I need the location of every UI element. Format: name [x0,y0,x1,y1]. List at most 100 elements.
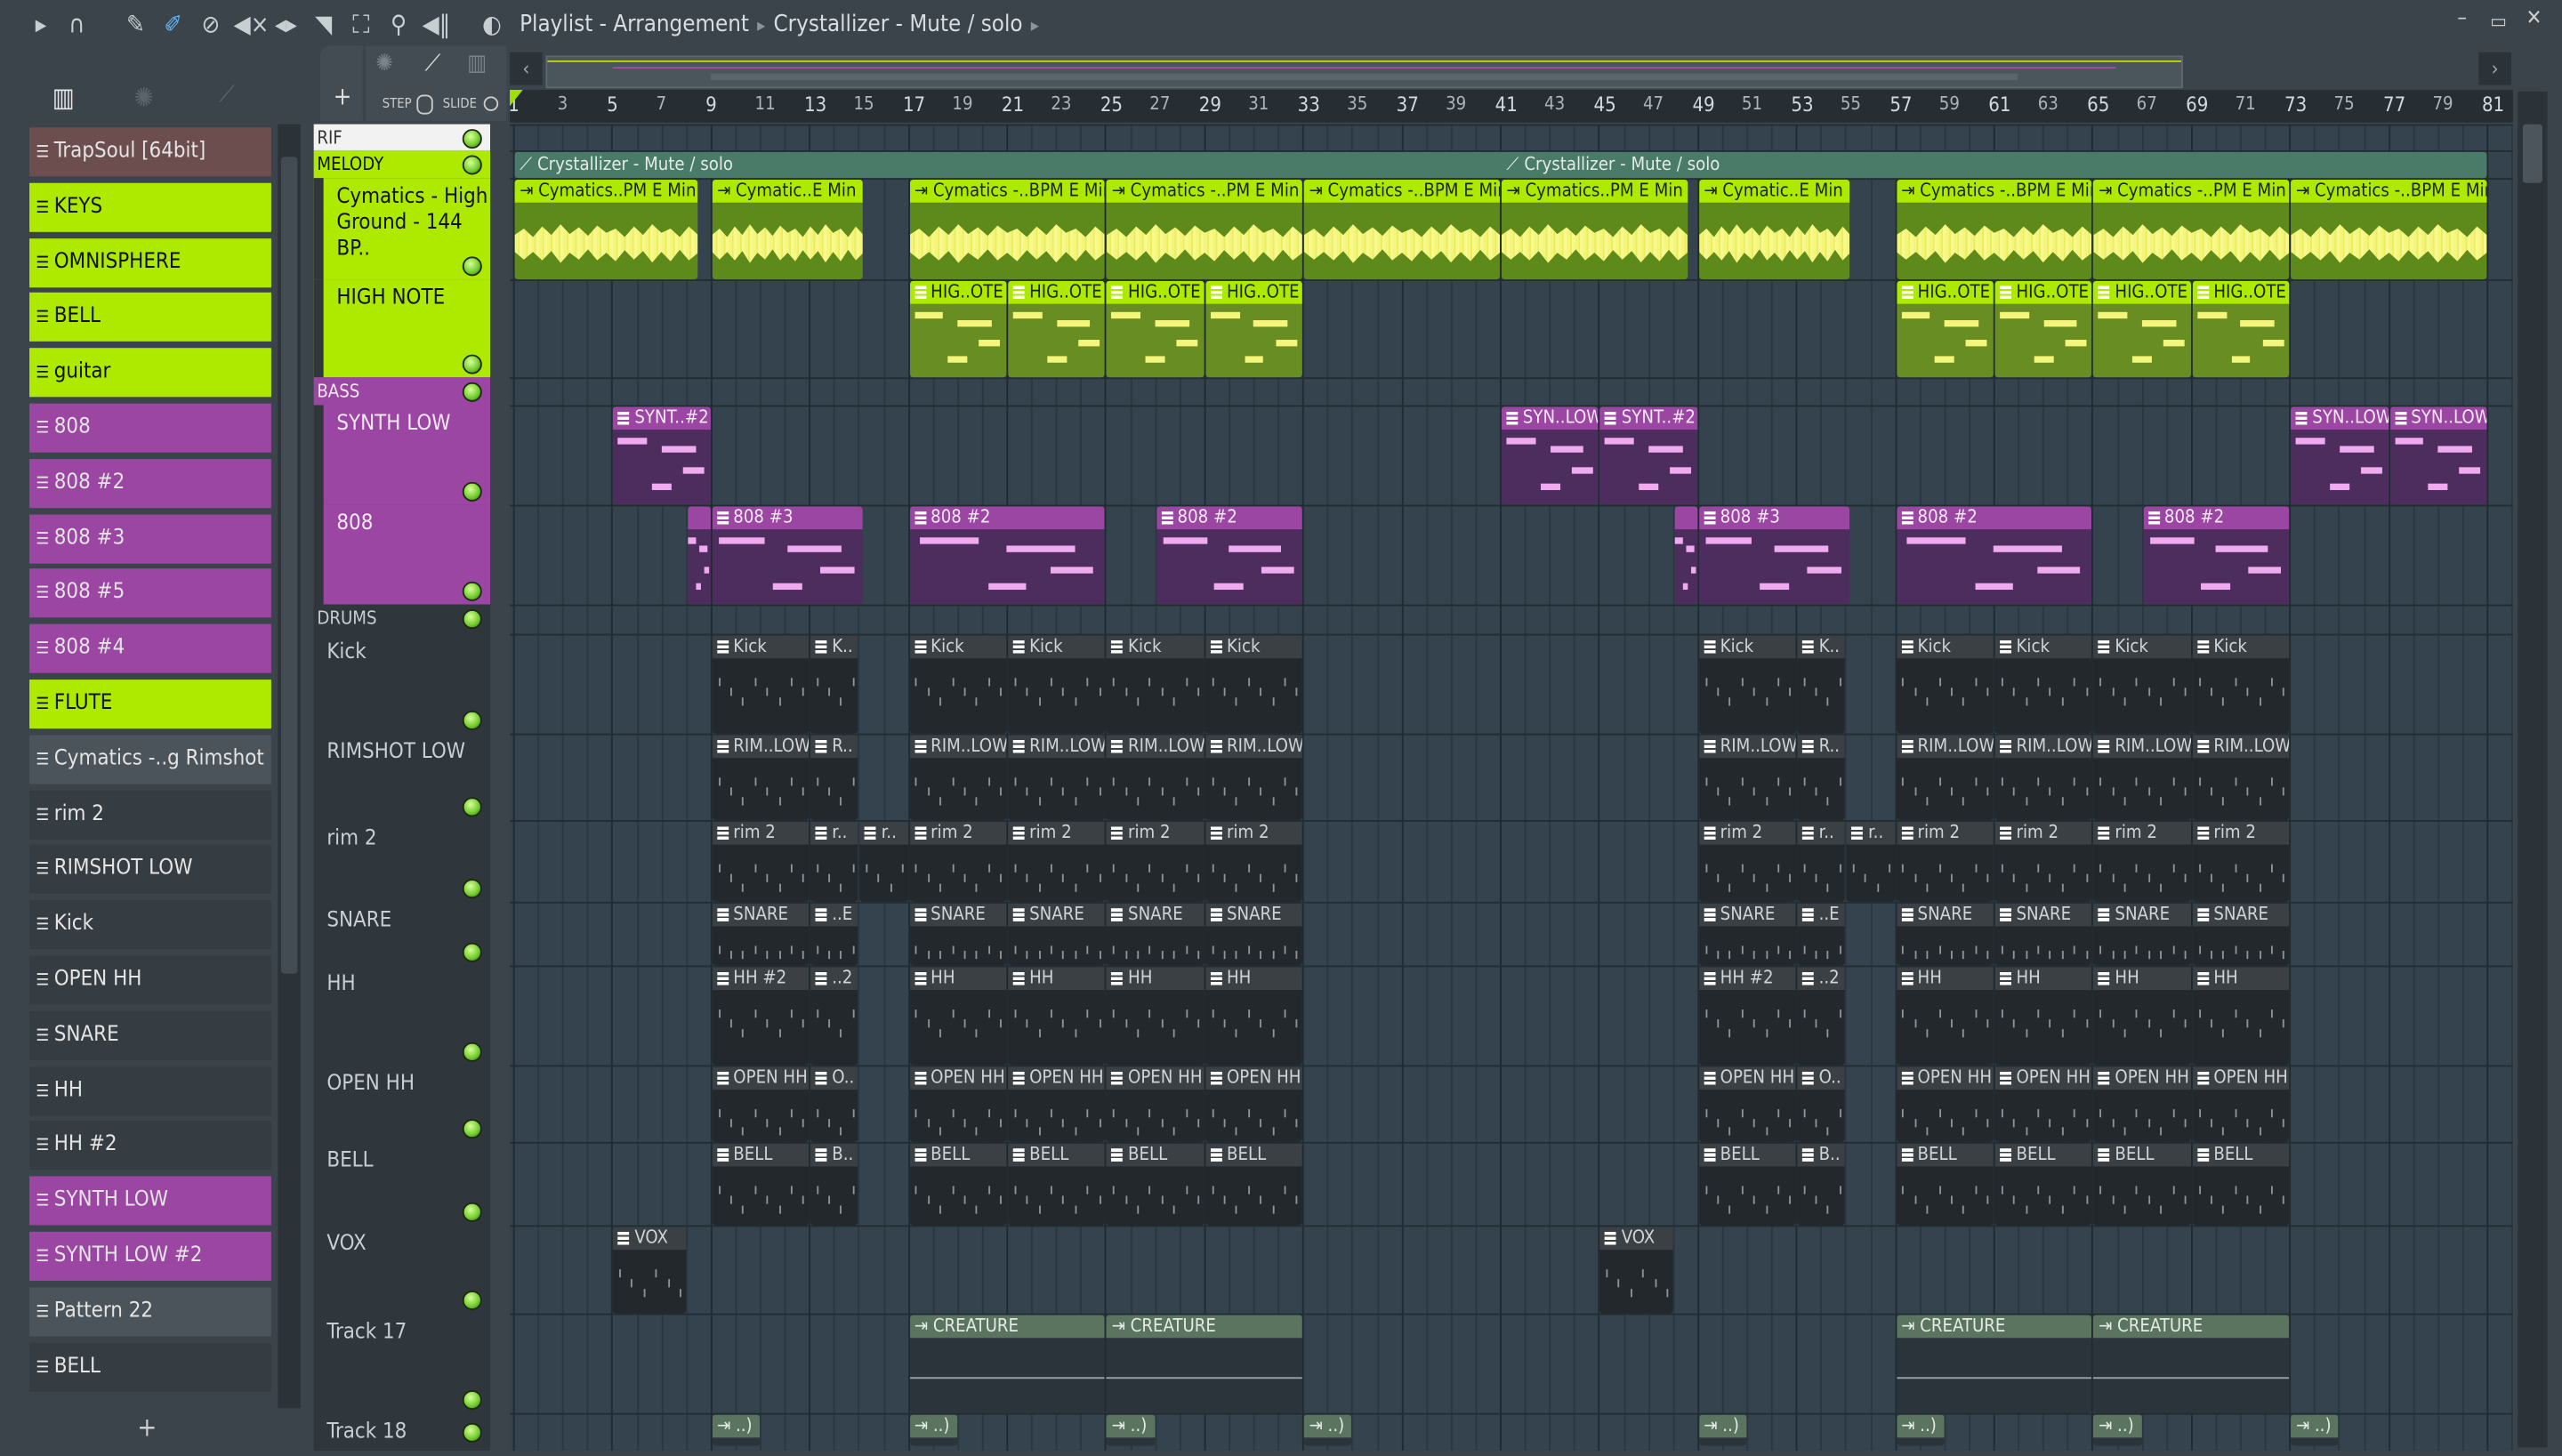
clip[interactable] [687,506,711,605]
clip[interactable]: BELL [1994,1143,2092,1226]
clip[interactable]: Kick [1994,635,2092,734]
clip[interactable]: SNARE [1008,903,1106,966]
automation-icon[interactable]: ⟋ [219,82,235,108]
channel-item[interactable]: ☰ SYNTH LOW #2 [29,1231,271,1281]
track-header[interactable]: Track 17 [313,1313,491,1413]
slice-icon[interactable]: ◥ [309,10,338,39]
track-header[interactable]: 808 [313,504,491,605]
clip[interactable]: rim 2 [1008,821,1106,902]
clip[interactable]: BELL [909,1143,1007,1226]
clip[interactable]: ⇥ Cymatics..PM E Min [514,180,698,280]
track-group-header[interactable]: RIF [313,124,491,150]
clip[interactable]: RIM..LOW [1994,735,2092,821]
clip[interactable]: RIM..LOW [2192,735,2290,821]
play-arrow-icon[interactable]: ▸ [26,10,55,39]
clip[interactable]: OPEN HH [712,1066,810,1142]
clip[interactable]: Kick [2192,635,2290,734]
clip[interactable]: BELL [712,1143,810,1226]
clip[interactable]: rim 2 [1698,821,1796,902]
clip[interactable]: RIM..LOW [1008,735,1106,821]
clip[interactable]: r.. [1847,821,1895,902]
clip[interactable]: ..2 [810,967,858,1066]
mute-icon[interactable]: ◀× [234,10,270,39]
clip[interactable]: r.. [810,821,858,902]
clip[interactable]: HIG..OTE [2192,280,2290,378]
clip[interactable]: R.. [810,735,858,821]
track-header[interactable]: Kick [313,633,491,734]
track-enable-led[interactable] [462,1290,482,1311]
clip[interactable]: VOX [613,1227,686,1314]
channel-item[interactable]: ☰ TrapSoul [64bit] [29,127,271,177]
clip[interactable]: 808 #3 [712,506,864,605]
track-header[interactable]: VOX [313,1225,491,1314]
track-header[interactable]: SYNTH LOW [313,405,491,505]
close-button[interactable]: ✕ [2526,6,2542,31]
track-enable-led[interactable] [462,382,482,402]
delete-icon[interactable]: ⊘ [196,10,225,39]
channel-item[interactable]: ☰ rim 2 [29,790,271,840]
clip[interactable] [1674,506,1697,605]
clip[interactable]: HIG..OTE [1994,280,2092,378]
clip[interactable]: RIM..LOW [1205,735,1303,821]
clip[interactable]: ..E [1797,903,1846,966]
clip[interactable]: 808 #2 [1156,506,1303,605]
track-enable-led[interactable] [462,581,482,601]
select-icon[interactable]: ⛶ [346,10,375,39]
track-header[interactable]: Track 18 [313,1412,491,1446]
clip[interactable]: RIM..LOW [2093,735,2191,821]
clip[interactable]: HH [1107,967,1204,1066]
clip[interactable]: ⇥ Cymatics..PM E Min [1501,180,1688,280]
clip[interactable]: ⇥ Cymatics -..PM E Min [1107,180,1303,280]
clip[interactable]: ⇥ Cymatics -..BPM E Min [1304,180,1501,280]
pencil-icon[interactable]: ✎ [121,10,150,39]
clip[interactable]: RIM..LOW [1698,735,1796,821]
channel-item[interactable]: ☰ Cymatics -..g Rimshot 1 [29,735,271,784]
clip[interactable]: BELL [1107,1143,1204,1226]
channel-item[interactable]: ☰ 808 #2 [29,458,271,508]
track-header[interactable]: SNARE [313,901,491,966]
clip[interactable]: SYNT..#2 [1599,406,1697,505]
clip[interactable]: HH [1205,967,1303,1066]
channel-scrollbar[interactable] [278,124,301,1409]
channel-item[interactable]: ☰ BELL [29,1342,271,1392]
clip[interactable]: rim 2 [1205,821,1303,902]
clip[interactable]: HH [1994,967,2092,1066]
playlist-overview[interactable] [545,55,2183,89]
track-enable-led[interactable] [462,1422,482,1443]
clip[interactable]: SNARE [1205,903,1303,966]
clip[interactable]: ⇥ Cymatic..E Min [712,180,864,280]
track-enable-led[interactable] [462,942,482,962]
clip[interactable]: R.. [1797,735,1846,821]
channel-item[interactable]: ☰ Kick [29,900,271,950]
clip[interactable]: SNARE [909,903,1007,966]
step-toggle[interactable] [416,94,433,115]
clip[interactable]: OPEN HH [1698,1066,1796,1142]
clip[interactable]: ⇥ CREATURE [1896,1315,2092,1413]
clip[interactable]: rim 2 [909,821,1007,902]
clip[interactable]: SNARE [2093,903,2191,966]
track-enable-led[interactable] [462,256,482,277]
clip[interactable]: Kick [1107,635,1204,734]
clip[interactable]: O.. [810,1066,858,1142]
clip[interactable]: HIG..OTE [1896,280,1994,378]
track-header[interactable]: rim 2 [313,820,491,902]
clip[interactable]: SYN..LOW [2291,406,2389,505]
timeline-ruler[interactable]: 1 3 5 7 9 11 13 15 17 19 21 23 25 27 29 31 33 35 37 39 41 43 4… [508,90,2513,123]
clip[interactable]: ⇥ CREATURE [2093,1315,2290,1413]
clip[interactable]: OPEN HH [2093,1066,2191,1142]
vertical-scrollbar[interactable] [2518,91,2548,1448]
clip[interactable]: SYN..LOW [1501,406,1599,505]
channel-item[interactable]: ☰ Pattern 22 [29,1286,271,1337]
channel-item[interactable]: ☰ HH [29,1066,271,1115]
slide-toggle[interactable] [483,96,499,111]
clip[interactable]: HH #2 [1698,967,1796,1066]
clip[interactable]: 808 #2 [909,506,1106,605]
channel-item[interactable]: ☰ SYNTH LOW [29,1176,271,1226]
clip[interactable]: BELL [1008,1143,1106,1226]
clip[interactable]: O.. [1797,1066,1846,1142]
track-enable-led[interactable] [462,879,482,899]
add-track-button[interactable]: + [319,45,363,121]
clip[interactable]: HH [1896,967,1994,1066]
clip[interactable]: ⇥ ..) [712,1414,761,1446]
channel-item[interactable]: ☰ OMNISPHERE [29,237,271,287]
